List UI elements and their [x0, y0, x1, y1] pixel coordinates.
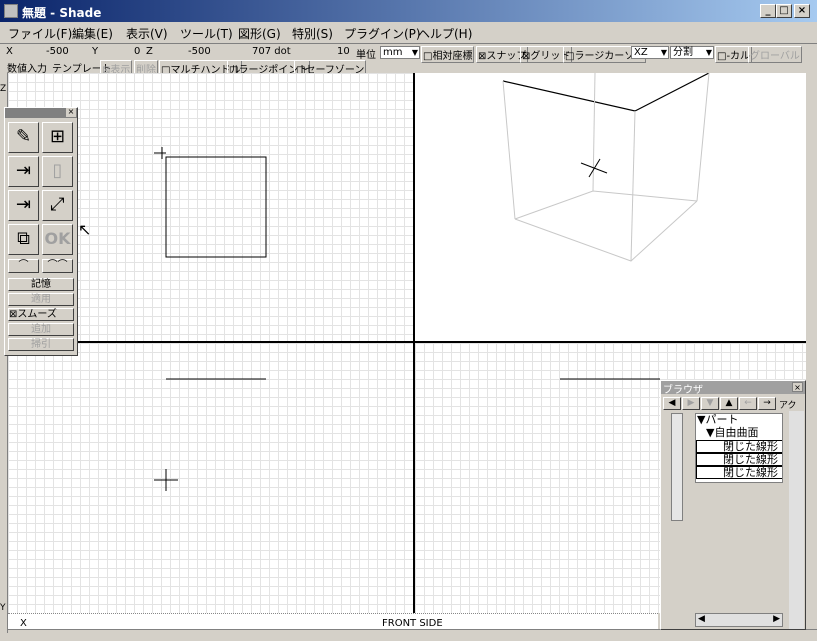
window-bottom-edge — [0, 629, 817, 641]
tree-item-free-surface[interactable]: ▼自由曲面 — [696, 427, 782, 440]
nav-up-icon[interactable]: ▲ — [720, 397, 738, 410]
nav-forward-icon[interactable]: → — [758, 397, 776, 410]
sweep-button[interactable]: 掃引 — [8, 338, 74, 351]
cylinder-icon[interactable]: ▯ — [42, 156, 73, 187]
move-icon[interactable]: ⇥ — [8, 156, 39, 187]
browser-title: ブラウザ — [663, 385, 703, 396]
crosshair-marker — [154, 469, 178, 491]
app-icon[interactable] — [4, 4, 18, 18]
hierarchy-icon[interactable]: ⊞ — [42, 122, 73, 153]
tool-palette: × ✎ ⊞ ⇥ ▯ ⇥ ⤢ ⧉ OK ⌒ ⌒⌒ 記憶 適用 ⊠スムーズ 追加 掃… — [4, 107, 78, 356]
ok-icon[interactable]: OK — [42, 224, 73, 255]
memory-button[interactable]: 記憶 — [8, 278, 74, 291]
browser-panel: ブラウザ × ◀ ▶ ▼ ▲ ← → アク ▼パート ▼自由曲面 閉じた線形 閉… — [660, 380, 806, 630]
pencil-icon[interactable]: ✎ — [8, 122, 39, 153]
palette-caption[interactable]: × — [5, 108, 77, 118]
split-select[interactable]: 分割 — [670, 46, 714, 59]
crosshair-marker — [154, 147, 166, 159]
tree-item-closed-line-2[interactable]: 閉じた線形 — [696, 453, 782, 466]
tree-gutter — [671, 413, 683, 521]
part-tree: ▼パート ▼自由曲面 閉じた線形 閉じた線形 閉じた線形 — [695, 413, 783, 483]
browser-vertical-scrollbar[interactable] — [789, 411, 804, 629]
nav-down-icon[interactable]: ▼ — [701, 397, 719, 410]
x-value: -500 — [46, 46, 69, 57]
viewport-divider-horizontal[interactable] — [8, 341, 806, 343]
plane-select[interactable]: XZ — [631, 46, 669, 59]
close-button[interactable]: × — [794, 4, 810, 18]
viewport-bottom-left[interactable] — [8, 343, 413, 613]
add-button[interactable]: 追加 — [8, 323, 74, 336]
menu-view[interactable]: 表示(V) — [126, 25, 168, 42]
right-edge — [806, 73, 817, 629]
viewport-divider-vertical[interactable] — [413, 73, 415, 613]
wireframe-cube — [502, 73, 710, 262]
z-value: -500 — [188, 46, 211, 57]
size-value: 707 dot — [252, 46, 291, 57]
tree-item-closed-line-1[interactable]: 閉じた線形 — [696, 440, 782, 453]
nav-right-icon[interactable]: ▶ — [682, 397, 700, 410]
maximize-button[interactable]: □ — [776, 4, 792, 18]
browser-caption[interactable]: ブラウザ × — [661, 381, 805, 396]
scale-icon[interactable]: ⇥ — [8, 190, 39, 221]
units-select[interactable]: mm — [380, 46, 420, 59]
browser-close-button[interactable]: × — [792, 382, 803, 392]
x-axis-label: X — [20, 618, 27, 629]
minimize-button[interactable]: _ — [760, 4, 776, 18]
menu-help[interactable]: ヘルプ(H) — [418, 25, 472, 42]
menu-edit[interactable]: 編集(E) — [72, 25, 113, 42]
rectangle-shape[interactable] — [165, 156, 267, 258]
copy-icon[interactable]: ⧉ — [8, 224, 39, 255]
view-label: FRONT SIDE — [382, 618, 443, 629]
z-label: Z — [146, 46, 153, 57]
tree-item-closed-line-3[interactable]: 閉じた線形 — [696, 466, 782, 479]
menu-special[interactable]: 特別(S) — [292, 25, 333, 42]
smooth-checkbox[interactable]: ⊠スムーズ — [8, 308, 74, 321]
scroll-left-icon[interactable]: ◀ — [698, 614, 705, 624]
curve-large-icon[interactable]: ⌒⌒ — [42, 259, 73, 273]
viewport-perspective[interactable] — [415, 73, 806, 341]
y-value: 0 — [134, 46, 141, 57]
title-bar: 無題 - Shade _ □ × — [0, 0, 817, 22]
y-axis-label: Y — [0, 603, 6, 613]
z-axis-label: Z — [0, 84, 7, 94]
path-icon[interactable]: ⤢ — [42, 190, 73, 221]
coordinate-bar: X -500 Y 0 Z -500 707 dot 10 単位 mm □相対座標… — [0, 43, 817, 63]
bottom-ruler: X FRONT SIDE — [8, 613, 658, 629]
browser-nav-tail: アク — [779, 401, 797, 411]
menu-file[interactable]: ファイル(F) — [8, 25, 72, 42]
menu-plugins[interactable]: プラグイン(P) — [344, 25, 421, 42]
palette-close-button[interactable]: × — [66, 108, 76, 117]
units-count: 10 — [337, 46, 350, 57]
nav-back-icon[interactable]: ← — [739, 397, 757, 410]
window-title: 無題 - Shade — [22, 6, 102, 20]
browser-horizontal-scrollbar[interactable]: ◀ ▶ — [695, 613, 783, 627]
curve-small-icon[interactable]: ⌒ — [8, 259, 39, 273]
nav-left-icon[interactable]: ◀ — [663, 397, 681, 410]
secondary-toolbar: 数値入力 テンプレート ⊠表示 削除 □マルチハンドル □ラージポイント □セー… — [0, 59, 817, 77]
menu-shapes[interactable]: 図形(G) — [238, 25, 281, 42]
scroll-right-icon[interactable]: ▶ — [773, 614, 780, 624]
x-label: X — [6, 46, 13, 57]
menu-tools[interactable]: ツール(T) — [180, 25, 233, 42]
cursor-icon: ↖ — [78, 220, 92, 239]
menu-bar: ファイル(F) 編集(E) 表示(V) ツール(T) 図形(G) 特別(S) プ… — [0, 22, 817, 42]
y-label: Y — [92, 46, 99, 57]
apply-button[interactable]: 適用 — [8, 293, 74, 306]
